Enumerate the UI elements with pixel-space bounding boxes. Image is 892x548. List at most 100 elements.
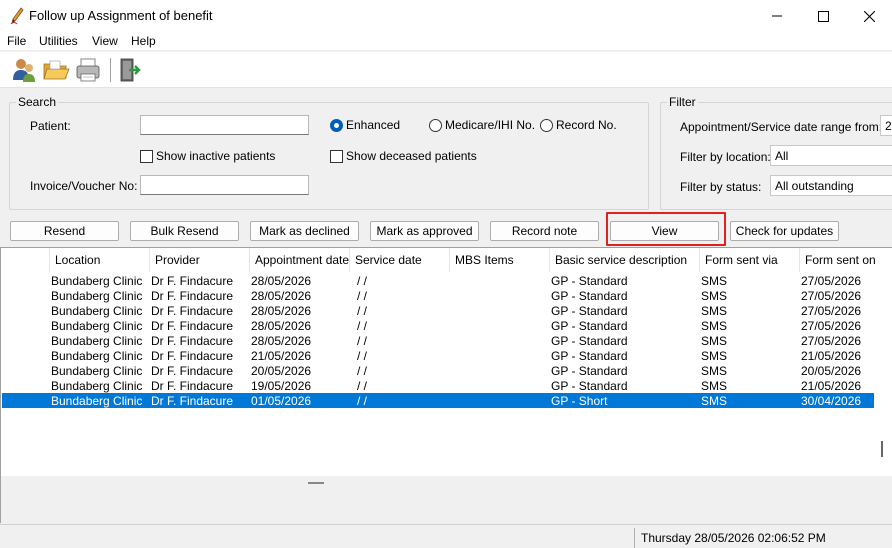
cell-sent-on: 27/05/2026 [801,319,862,333]
table-row[interactable]: Bundaberg Clinic Dr F. Findacure 28/05/202… [2,333,874,348]
cell-location: Bundaberg Clinic [51,274,143,288]
cell-sent-via: SMS [701,349,728,363]
checkbox-box [140,149,153,163]
close-icon [863,10,875,22]
menu-utilities[interactable]: Utilities [39,34,78,48]
cell-service-date: / / [357,379,368,393]
bulk-resend-button[interactable]: Bulk Resend [130,221,239,241]
column-header-sent-via[interactable]: Form sent via [699,248,799,272]
resend-button[interactable]: Resend [10,221,119,241]
cell-service-date: / / [357,364,368,378]
column-header-location[interactable]: Location [49,248,149,272]
date-range-from-input[interactable]: 2 [880,115,892,136]
location-filter-select[interactable]: All [770,145,892,166]
menu-bar: File Utilities View Help [0,32,892,50]
cell-service-date: / / [357,349,368,363]
cell-sent-on: 27/05/2026 [801,334,862,348]
printer-icon[interactable] [74,56,102,84]
cell-sent-on: 27/05/2026 [801,289,862,303]
cell-sent-on: 21/05/2026 [801,349,862,363]
column-header-mbs-items[interactable]: MBS Items [449,248,549,272]
menu-view[interactable]: View [92,34,118,48]
menu-help[interactable]: Help [131,34,156,48]
check-updates-button[interactable]: Check for updates [730,221,839,241]
table-row[interactable]: Bundaberg Clinic Dr F. Findacure 28/05/202… [2,288,874,303]
toolbar [0,52,892,88]
maximize-button[interactable] [800,0,846,32]
status-filter-label: Filter by status: [680,180,762,194]
cell-sent-via: SMS [701,274,728,288]
checkbox-box [330,149,343,163]
window-title: Follow up Assignment of benefit [29,8,213,23]
record-note-button[interactable]: Record note [490,221,599,241]
minimize-icon [772,15,782,17]
radio-enhanced[interactable]: Enhanced [330,118,400,132]
cell-sent-on: 27/05/2026 [801,304,862,318]
cell-sent-via: SMS [701,334,728,348]
splitter-handle[interactable] [308,482,324,484]
results-grid[interactable]: Location Provider Appointment date Servi… [0,247,892,523]
status-filter-select[interactable]: All outstanding [770,175,892,196]
menu-file[interactable]: File [7,34,26,48]
table-row[interactable]: Bundaberg Clinic Dr F. Findacure 28/05/202… [2,318,874,333]
cell-provider: Dr F. Findacure [151,379,234,393]
cell-sent-via: SMS [701,394,728,408]
cell-description: GP - Standard [551,364,628,378]
vertical-scroll-thumb[interactable] [881,441,883,457]
mark-declined-button[interactable]: Mark as declined [250,221,359,241]
cell-description: GP - Standard [551,334,628,348]
table-row[interactable]: Bundaberg Clinic Dr F. Findacure 01/05/202… [2,393,874,408]
toolbar-separator [110,58,111,82]
invoice-label: Invoice/Voucher No: [30,179,138,193]
open-folder-icon[interactable] [42,56,70,84]
minimize-button[interactable] [754,0,800,32]
column-header-service-date[interactable]: Service date [349,248,449,272]
patient-input[interactable] [140,115,309,135]
cell-appointment-date: 28/05/2026 [251,334,312,348]
mark-approved-button[interactable]: Mark as approved [370,221,479,241]
close-button[interactable] [846,0,892,32]
column-header-sent-on[interactable]: Form sent on [799,248,892,272]
cell-location: Bundaberg Clinic [51,364,143,378]
patients-icon[interactable] [10,56,38,84]
cell-appointment-date: 19/05/2026 [251,379,312,393]
table-row[interactable]: Bundaberg Clinic Dr F. Findacure 28/05/202… [2,303,874,318]
cell-sent-on: 30/04/2026 [801,394,862,408]
table-row[interactable]: Bundaberg Clinic Dr F. Findacure 21/05/202… [2,348,874,363]
exit-door-icon[interactable] [115,56,143,84]
date-range-label: Appointment/Service date range from: [680,120,883,134]
status-bar: Thursday 28/05/2026 02:06:52 PM [0,524,892,548]
table-row[interactable]: Bundaberg Clinic Dr F. Findacure 20/05/202… [2,363,874,378]
grid-header: Location Provider Appointment date Servi… [1,248,892,272]
radio-record-no[interactable]: Record No. [540,118,617,132]
cell-location: Bundaberg Clinic [51,334,143,348]
show-deceased-checkbox[interactable]: Show deceased patients [330,149,477,163]
cell-description: GP - Standard [551,379,628,393]
cell-description: GP - Standard [551,274,628,288]
cell-provider: Dr F. Findacure [151,394,234,408]
cell-sent-on: 21/05/2026 [801,379,862,393]
grid-empty-area [1,476,892,523]
cell-location: Bundaberg Clinic [51,379,143,393]
column-header-description[interactable]: Basic service description [549,248,699,272]
cell-service-date: / / [357,334,368,348]
column-header-appointment-date[interactable]: Appointment date [249,248,349,272]
cell-service-date: / / [357,319,368,333]
cell-appointment-date: 28/05/2026 [251,304,312,318]
filter-group-title: Filter [667,95,698,109]
cell-provider: Dr F. Findacure [151,304,234,318]
cell-location: Bundaberg Clinic [51,289,143,303]
cell-service-date: / / [357,289,368,303]
radio-medicare[interactable]: Medicare/IHI No. [429,118,535,132]
radio-circle [330,118,343,132]
radio-circle [429,118,442,132]
radio-circle [540,118,553,132]
pen-icon [10,7,24,25]
column-header-provider[interactable]: Provider [149,248,249,272]
cell-sent-on: 20/05/2026 [801,364,862,378]
invoice-input[interactable] [140,175,309,195]
show-inactive-checkbox[interactable]: Show inactive patients [140,149,275,163]
table-row[interactable]: Bundaberg Clinic Dr F. Findacure 19/05/202… [2,378,874,393]
table-row[interactable]: Bundaberg Clinic Dr F. Findacure 28/05/202… [2,273,874,288]
cell-location: Bundaberg Clinic [51,304,143,318]
